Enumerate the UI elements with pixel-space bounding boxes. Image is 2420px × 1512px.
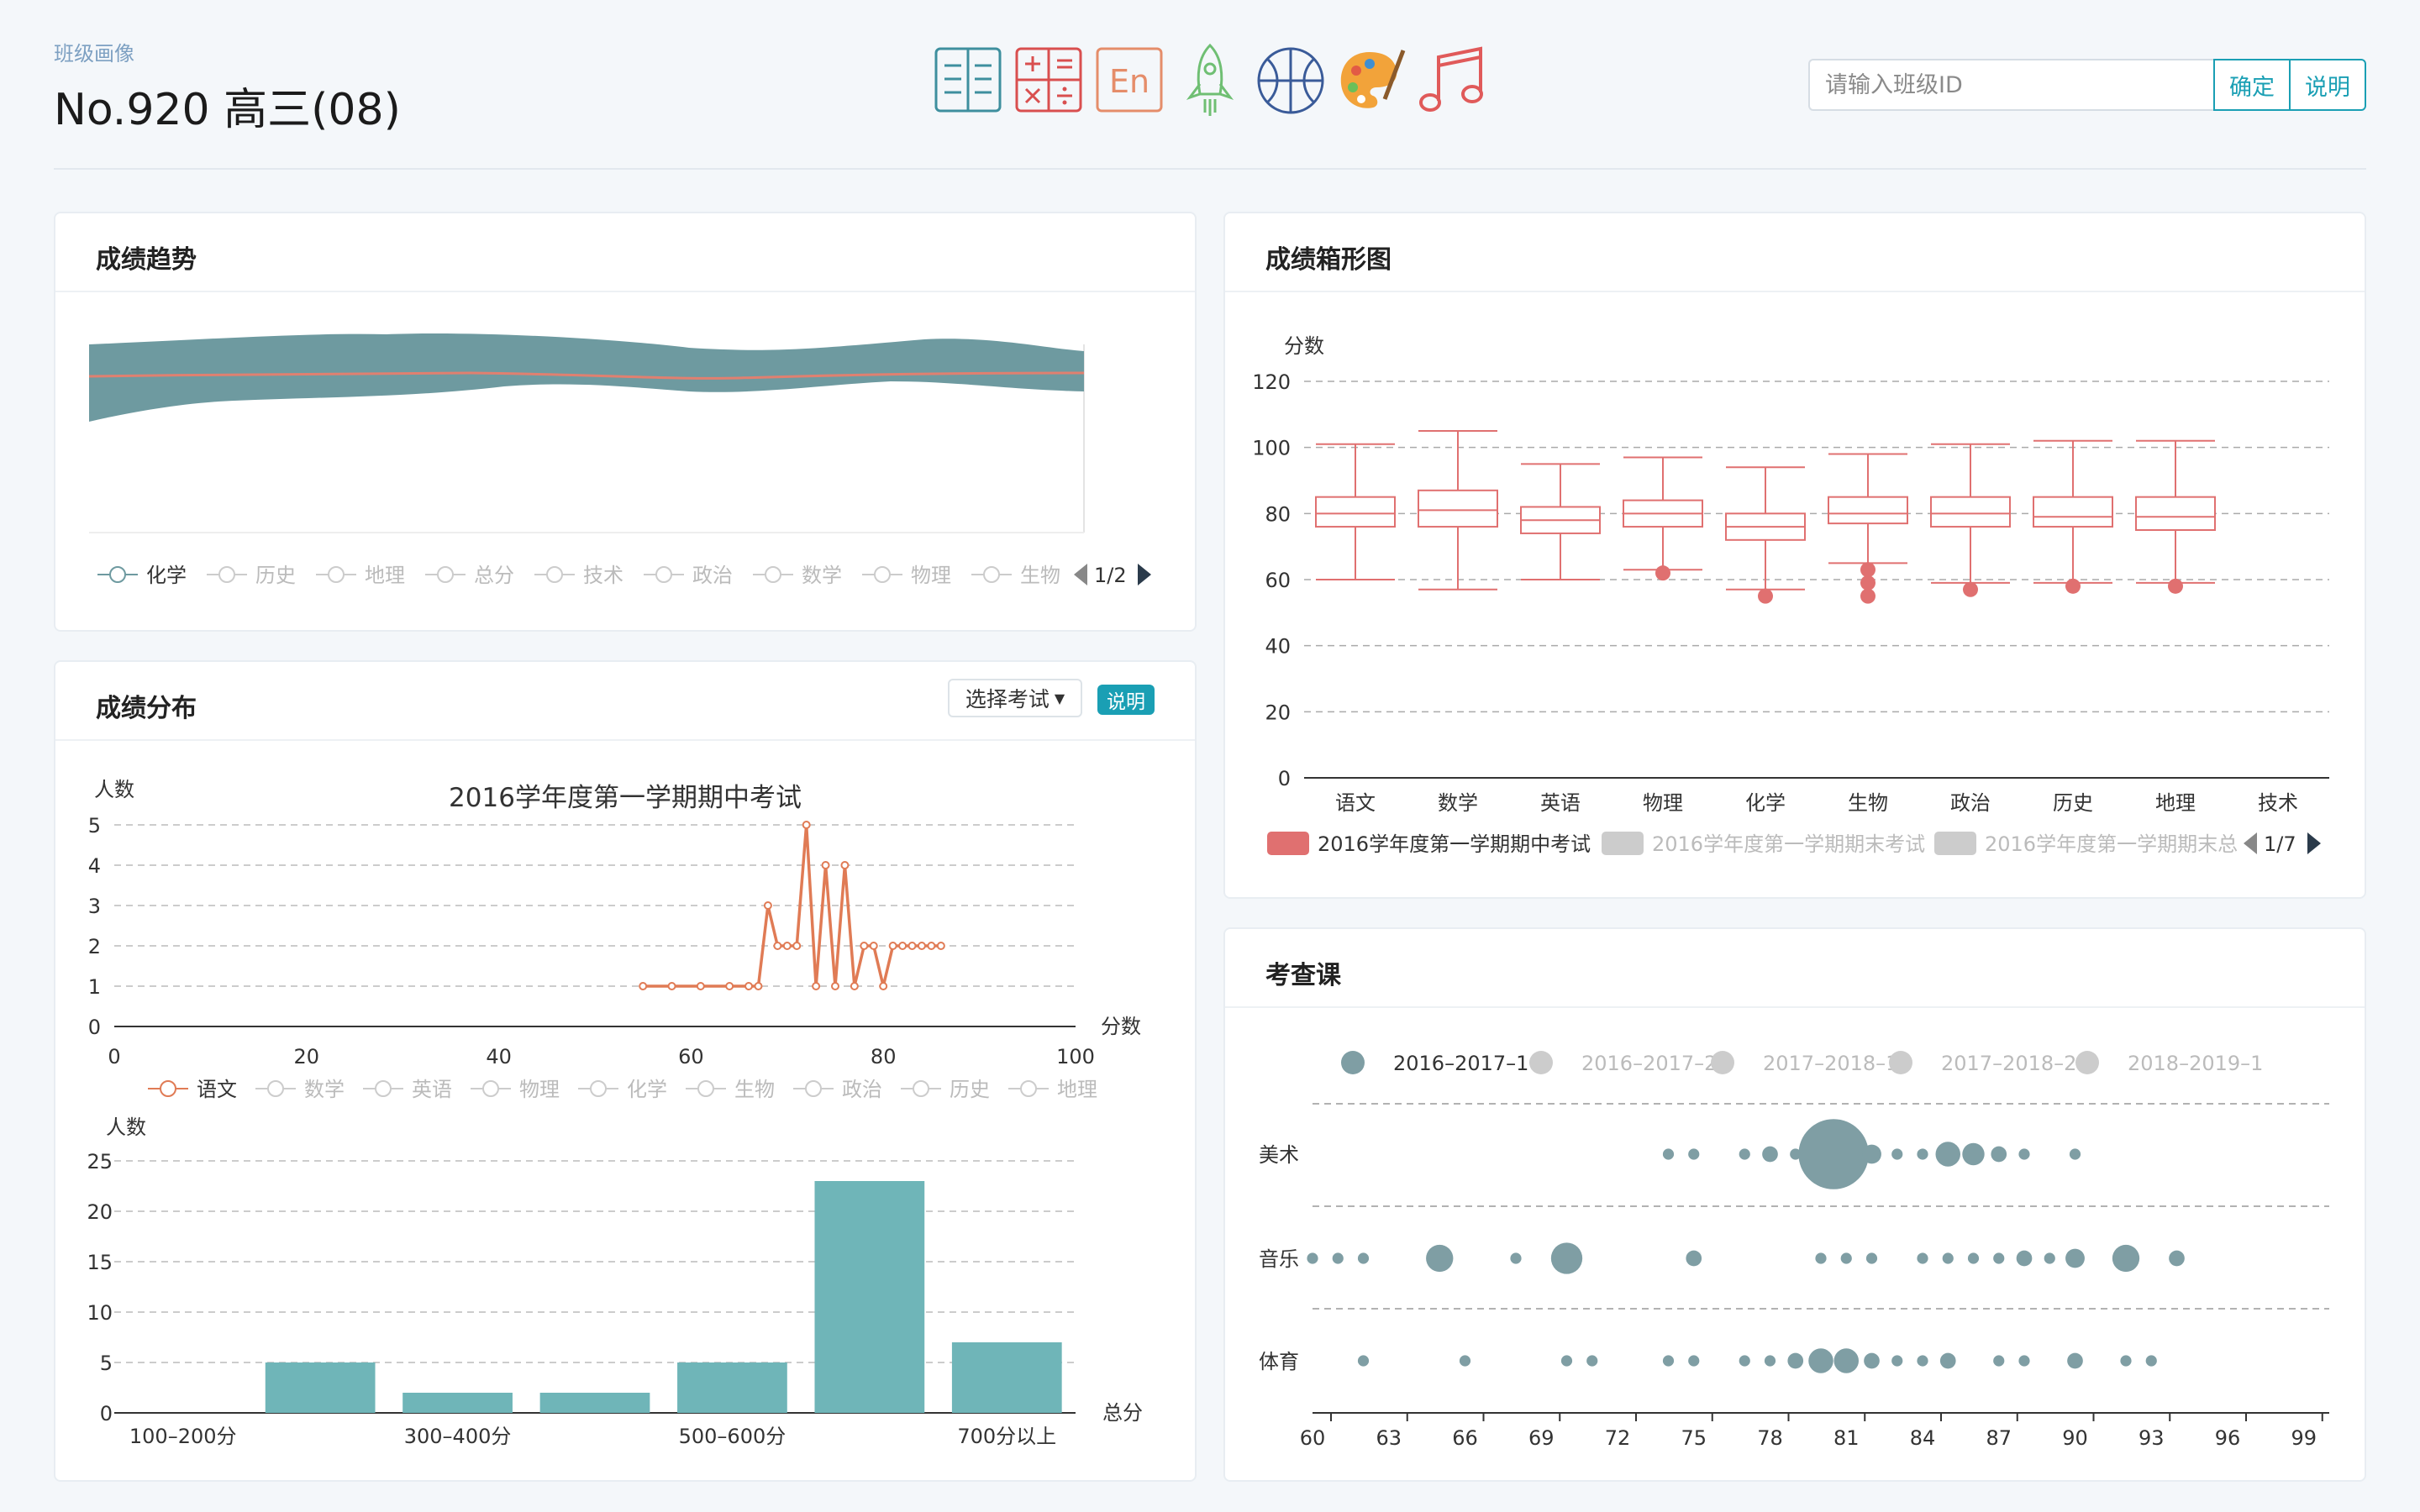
bubble (1332, 1252, 1344, 1264)
electives-legend-item[interactable]: 2016–2017–1 (1341, 1051, 1528, 1075)
x-tick-label: 63 (1376, 1426, 1402, 1450)
bubble (2018, 1148, 2030, 1160)
bubble (2018, 1355, 2030, 1367)
bubble (2065, 1248, 2085, 1268)
x-tick-label: 78 (1757, 1426, 1783, 1450)
bubble (1967, 1252, 1980, 1264)
bubble (1787, 1352, 1804, 1369)
electives-legend-item[interactable]: 2017–2018–2 (1889, 1051, 2076, 1075)
x-tick-label: 90 (2062, 1426, 2088, 1450)
x-tick-label: 75 (1681, 1426, 1707, 1450)
bubble (1891, 1148, 1903, 1160)
bubble (2067, 1352, 2083, 1369)
electives-legend-item[interactable]: 2016–2017–2 (1529, 1051, 1717, 1075)
bubble (1993, 1355, 2005, 1367)
bubble (1862, 1144, 1881, 1164)
legend-dot-icon (2075, 1051, 2099, 1074)
bubble (1808, 1348, 1833, 1373)
x-tick-label: 72 (1605, 1426, 1631, 1450)
bubble (1891, 1355, 1903, 1367)
bubble (2120, 1355, 2132, 1367)
y-category-label: 音乐 (1259, 1247, 1299, 1271)
bubble (1357, 1252, 1370, 1264)
bubble (1865, 1252, 1878, 1264)
bubble (1864, 1352, 1880, 1369)
bubble (1942, 1252, 1954, 1264)
bubble (1560, 1355, 1573, 1367)
legend-label: 2018–2019–1 (2128, 1052, 2263, 1075)
bubble (1739, 1148, 1750, 1160)
bubble (1917, 1252, 1928, 1264)
bubble (1510, 1252, 1522, 1264)
bubble (1991, 1146, 2007, 1163)
electives-legend-item[interactable]: 2017–2018–1 (1711, 1051, 1898, 1075)
legend-dot-icon (1341, 1051, 1365, 1074)
legend-label: 2016–2017–2 (1581, 1052, 1717, 1075)
bubble (1840, 1252, 1852, 1264)
bubble (1662, 1355, 1675, 1367)
x-tick-label: 81 (1833, 1426, 1860, 1450)
bubble (1307, 1252, 1318, 1264)
bubble (1662, 1148, 1675, 1160)
bubble (1962, 1142, 1985, 1166)
x-tick-label: 93 (2139, 1426, 2165, 1450)
y-category-label: 美术 (1259, 1143, 1299, 1167)
bubble (1917, 1355, 1928, 1367)
bubble (2069, 1148, 2081, 1160)
bubble (2112, 1244, 2140, 1273)
legend-label: 2016–2017–1 (1393, 1052, 1528, 1075)
bubble (1357, 1355, 1370, 1367)
bubble (1550, 1242, 1583, 1274)
bubble (2016, 1250, 2033, 1267)
bubble (1739, 1355, 1750, 1367)
x-tick-label: 87 (1986, 1426, 2012, 1450)
x-tick-label: 99 (2291, 1426, 2317, 1450)
bubble (1426, 1244, 1454, 1273)
bubble (2145, 1355, 2157, 1367)
legend-dot-icon (1711, 1051, 1734, 1074)
electives-bubble-chart: 2016–2017–1 2016–2017–2 2017–2018–1 2017–20… (1259, 1051, 2329, 1450)
x-tick-label: 66 (1452, 1426, 1478, 1450)
bubble (1993, 1252, 2005, 1264)
bubble (1935, 1142, 1961, 1167)
bubble (1688, 1355, 1700, 1367)
bubble (1459, 1355, 1471, 1367)
bubble (1762, 1146, 1778, 1163)
x-tick-label: 60 (1300, 1426, 1326, 1450)
bubble (1688, 1148, 1700, 1160)
bubble (1815, 1252, 1827, 1264)
bubble (1917, 1148, 1928, 1160)
legend-dot-icon (1889, 1051, 1912, 1074)
legend-label: 2017–2018–2 (1941, 1052, 2076, 1075)
x-tick-label: 69 (1528, 1426, 1555, 1450)
bubble (2169, 1250, 2185, 1267)
x-tick-label: 96 (2215, 1426, 2241, 1450)
bubble (1586, 1355, 1598, 1367)
x-tick-label: 84 (1910, 1426, 1936, 1450)
legend-dot-icon (1529, 1051, 1553, 1074)
bubble (2044, 1252, 2055, 1264)
legend-label: 2017–2018–1 (1763, 1052, 1898, 1075)
bubble (1764, 1355, 1776, 1367)
bubble (1939, 1352, 1956, 1369)
y-category-label: 体育 (1259, 1350, 1299, 1373)
bubble (1833, 1348, 1860, 1373)
electives-legend-item[interactable]: 2018–2019–1 (2075, 1051, 2263, 1075)
bubble (1686, 1250, 1702, 1267)
bubble (1798, 1119, 1869, 1189)
